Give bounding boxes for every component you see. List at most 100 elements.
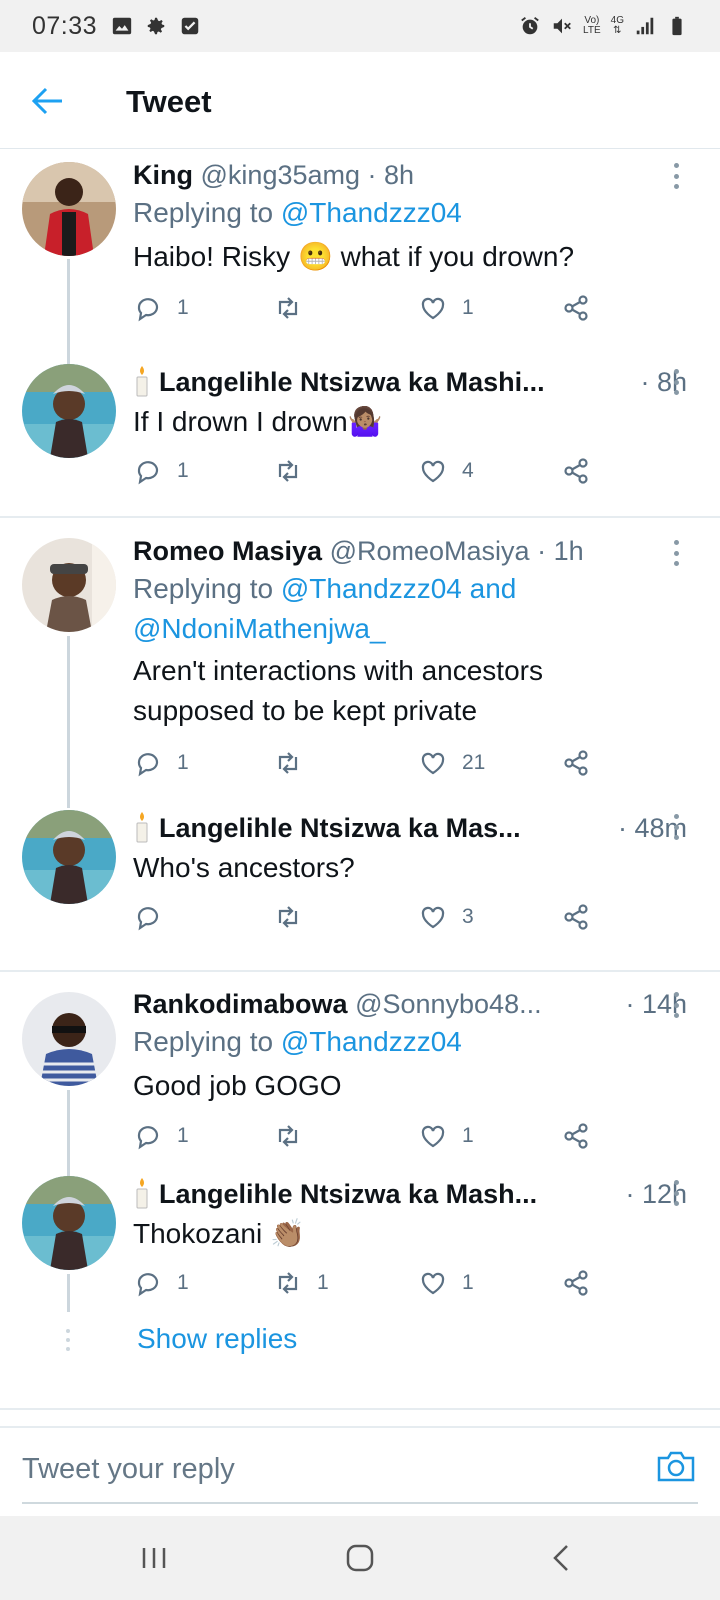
more-icon[interactable] — [672, 814, 680, 840]
share-icon — [564, 295, 588, 321]
back-arrow-icon[interactable] — [30, 86, 64, 116]
like-button[interactable]: 1 — [418, 293, 474, 323]
avatar[interactable] — [22, 1176, 116, 1270]
author-name[interactable]: King — [133, 160, 193, 190]
author-handle[interactable]: @king35amg — [201, 160, 361, 190]
system-nav-bar — [0, 1516, 720, 1600]
recent-apps-icon[interactable] — [137, 1541, 171, 1575]
author-name[interactable]: Romeo Masiya — [133, 536, 322, 566]
avatar[interactable] — [22, 538, 116, 632]
tweet-text-line1: Aren't interactions with ancestors — [133, 655, 543, 686]
retweet-button[interactable] — [273, 293, 317, 323]
status-time: 07:33 — [32, 11, 98, 40]
tweet-header: Langelihle Ntsizwa ka Mas... · 48m — [133, 810, 693, 846]
retweet-icon — [278, 1125, 298, 1147]
retweet-icon — [278, 752, 298, 774]
page-title: Tweet — [126, 84, 212, 119]
retweet-button[interactable]: 1 — [273, 1268, 329, 1298]
retweet-button[interactable] — [273, 1121, 317, 1151]
mention-link[interactable]: @Thandzzz04 — [281, 1026, 462, 1057]
share-button[interactable] — [561, 1121, 591, 1151]
reply-button[interactable]: 1 — [133, 1268, 189, 1298]
network-indicator: 4G ⇅ — [611, 16, 624, 36]
reply-input[interactable]: Tweet your reply — [22, 1453, 235, 1486]
author-name[interactable]: Rankodimabowa — [133, 989, 348, 1019]
reply-count: 1 — [177, 459, 189, 482]
reply-button[interactable]: 1 — [133, 748, 189, 778]
retweet-button[interactable] — [273, 748, 317, 778]
reply-composer: Tweet your reply — [0, 1426, 720, 1508]
thread-continuation-dots — [64, 1329, 72, 1351]
mute-icon — [553, 18, 571, 34]
share-icon — [564, 904, 588, 930]
share-button[interactable] — [561, 456, 591, 486]
app-header: Tweet — [0, 52, 720, 149]
tweet-header: Romeo Masiya @RomeoMasiya · 1h — [133, 533, 693, 569]
share-button[interactable] — [561, 293, 591, 323]
tweet-actions: 1 1 — [133, 293, 693, 329]
more-icon[interactable] — [672, 163, 680, 189]
tweet-actions: 1 1 — [133, 1121, 693, 1157]
like-button[interactable]: 1 — [418, 1121, 474, 1151]
share-button[interactable] — [561, 1268, 591, 1298]
divider — [0, 516, 720, 518]
avatar[interactable] — [22, 810, 116, 904]
mention-link[interactable]: @Thandzzz04 and — [281, 573, 516, 604]
author-handle[interactable]: @Sonnybo48... — [355, 989, 542, 1019]
like-button[interactable]: 4 — [418, 456, 474, 486]
tweet-text: Good job GOGO — [133, 1070, 342, 1101]
retweet-icon — [278, 297, 298, 319]
like-icon — [421, 906, 445, 929]
author-name[interactable]: Langelihle Ntsizwa ka Mas... — [159, 813, 521, 843]
back-nav-icon[interactable] — [545, 1541, 579, 1575]
retweet-button[interactable] — [273, 902, 317, 932]
replying-to-line2: @NdoniMathenjwa_ — [133, 609, 693, 649]
reply-icon — [137, 461, 159, 485]
like-button[interactable]: 1 — [418, 1268, 474, 1298]
like-button[interactable]: 21 — [418, 748, 485, 778]
avatar[interactable] — [22, 992, 116, 1086]
share-button[interactable] — [561, 748, 591, 778]
reply-button[interactable]: 1 — [133, 456, 189, 486]
like-button[interactable]: 3 — [418, 902, 474, 932]
mention-link[interactable]: @NdoniMathenjwa_ — [133, 613, 386, 644]
camera-icon[interactable] — [656, 1448, 696, 1484]
author-name[interactable]: Langelihle Ntsizwa ka Mashi... — [159, 367, 545, 397]
reply-count: 1 — [177, 1124, 189, 1147]
more-icon[interactable] — [672, 540, 680, 566]
like-icon — [421, 297, 445, 320]
share-icon — [564, 1270, 588, 1296]
data-arrows: ⇅ — [613, 25, 622, 36]
show-replies-link[interactable]: Show replies — [137, 1323, 297, 1355]
author-handle[interactable]: @RomeoMasiya — [330, 536, 530, 566]
reply-count: 1 — [177, 1271, 189, 1294]
status-left-icons — [111, 15, 201, 37]
more-icon[interactable] — [672, 369, 680, 395]
divider — [0, 1408, 720, 1410]
thread-line — [67, 1274, 70, 1312]
reply-button[interactable] — [133, 902, 177, 932]
tweet-text-line2: supposed to be kept private — [133, 695, 478, 726]
replying-to: Replying to @Thandzzz04 and — [133, 569, 693, 609]
alarm-icon — [521, 17, 539, 35]
tweet-text: Who's ancestors? — [133, 852, 355, 883]
reply-count: 1 — [177, 296, 189, 319]
reply-icon — [137, 298, 159, 322]
reply-count: 1 — [177, 751, 189, 774]
avatar[interactable] — [22, 162, 116, 256]
candle-icon — [136, 1178, 148, 1209]
mention-link[interactable]: @Thandzzz04 — [281, 197, 462, 228]
like-count: 1 — [462, 296, 474, 319]
more-icon[interactable] — [672, 1180, 680, 1206]
reply-button[interactable]: 1 — [133, 1121, 189, 1151]
avatar[interactable] — [22, 364, 116, 458]
retweet-button[interactable] — [273, 456, 317, 486]
more-icon[interactable] — [672, 992, 680, 1018]
share-icon — [564, 458, 588, 484]
share-button[interactable] — [561, 902, 591, 932]
replying-label: Replying to — [133, 1026, 274, 1057]
reply-button[interactable]: 1 — [133, 293, 189, 323]
home-icon[interactable] — [343, 1541, 377, 1575]
like-count: 4 — [462, 459, 474, 482]
author-name[interactable]: Langelihle Ntsizwa ka Mash... — [159, 1179, 537, 1209]
